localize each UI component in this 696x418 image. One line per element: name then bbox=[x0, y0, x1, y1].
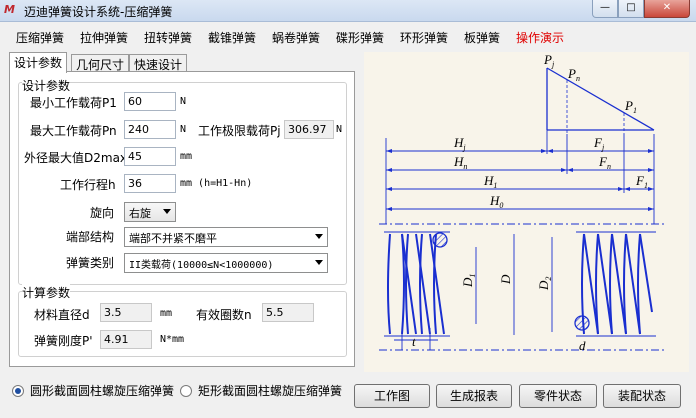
stiffness-value bbox=[100, 330, 152, 349]
chevron-down-icon bbox=[163, 209, 171, 214]
d-label: D bbox=[498, 274, 513, 285]
radio-unselected-icon bbox=[180, 385, 192, 397]
maximize-icon[interactable]: □ bbox=[618, 0, 644, 18]
limit-load-unit: N bbox=[336, 124, 343, 135]
max-load-input[interactable] bbox=[124, 120, 176, 139]
fj-label: Fj bbox=[593, 135, 605, 152]
rotation-value: 右旋 bbox=[129, 207, 151, 220]
working-drawing-button[interactable]: 工作图 bbox=[354, 384, 430, 408]
menu-ring-spring[interactable]: 环形弹簧 bbox=[400, 29, 448, 46]
spring-class-label: 弹簧类别 bbox=[66, 256, 115, 270]
h1-label: H1 bbox=[483, 173, 497, 190]
generate-report-button[interactable]: 生成报表 bbox=[436, 384, 512, 408]
menu-spiral-spring[interactable]: 蜗卷弹簧 bbox=[272, 29, 320, 46]
h0-label: H0 bbox=[489, 193, 503, 210]
f1-label: F1 bbox=[635, 173, 648, 190]
menu-leaf-spring[interactable]: 板弹簧 bbox=[464, 29, 500, 46]
stiffness-unit: N*mm bbox=[160, 334, 185, 345]
end-structure-select[interactable]: 端部不并紧不磨平 bbox=[124, 227, 328, 247]
part-state-button[interactable]: 零件状态 bbox=[519, 384, 597, 408]
menu-torsion-spring[interactable]: 扭转弹簧 bbox=[144, 29, 192, 46]
tab-design-params[interactable]: 设计参数 bbox=[9, 52, 68, 73]
pitch-label: t bbox=[412, 334, 416, 349]
design-panel: 设计参数 最小工作载荷P1 N 最大工作载荷Pn N 工作极限载荷Pj N 外径… bbox=[9, 71, 355, 367]
menu-disc-spring[interactable]: 碟形弹簧 bbox=[336, 29, 384, 46]
tab-geometry[interactable]: 几何尺寸 bbox=[71, 54, 130, 72]
rotation-label: 旋向 bbox=[90, 206, 115, 220]
menu-conical-spring[interactable]: 截锥弹簧 bbox=[208, 29, 256, 46]
rotation-select[interactable]: 右旋 bbox=[124, 202, 176, 222]
hj-label: Hj bbox=[453, 135, 466, 152]
window-title: 迈迪弹簧设计系统-压缩弹簧 bbox=[24, 5, 173, 19]
spring-diagram-svg: Pj Pn P1 Hj Hn H1 H0 Fj Fn F1 t D1 D D2 … bbox=[379, 52, 664, 353]
radio-selected-icon bbox=[12, 385, 24, 397]
spring-diagram: Pj Pn P1 Hj Hn H1 H0 Fj Fn F1 t D1 D D2 … bbox=[364, 52, 689, 372]
end-structure-label: 端部结构 bbox=[66, 230, 115, 244]
min-load-label: 最小工作载荷P1 bbox=[30, 96, 117, 110]
wire-section-bottom bbox=[574, 315, 590, 331]
wire-diameter-unit: mm bbox=[160, 308, 173, 319]
wire-section-top bbox=[432, 232, 448, 248]
hn-label: Hn bbox=[453, 154, 467, 171]
stroke-input[interactable] bbox=[124, 174, 176, 193]
menu-compression-spring[interactable]: 压缩弹簧 bbox=[16, 29, 64, 46]
chevron-down-icon bbox=[315, 260, 323, 265]
app-logo-icon: M bbox=[4, 3, 15, 16]
wire-diameter-label: 材料直径d bbox=[34, 308, 90, 322]
calc-params-title: 计算参数 bbox=[22, 284, 71, 301]
wire-diameter-value bbox=[100, 303, 152, 322]
active-coils-value bbox=[262, 303, 314, 322]
max-load-unit: N bbox=[180, 124, 187, 135]
pn-label: Pn bbox=[567, 66, 580, 83]
d1-label: D1 bbox=[460, 274, 477, 288]
stroke-label: 工作行程h bbox=[60, 178, 116, 192]
outer-diameter-label: 外径最大值D2max bbox=[24, 151, 128, 165]
outer-diameter-input[interactable] bbox=[124, 147, 176, 166]
menu-demo[interactable]: 操作演示 bbox=[516, 29, 564, 46]
stroke-unit: mm (h=H1-Hn) bbox=[180, 178, 253, 189]
max-load-label: 最大工作载荷Pn bbox=[30, 124, 117, 138]
tab-quick-design[interactable]: 快速设计 bbox=[129, 54, 188, 72]
radio-round-section[interactable]: 圆形截面圆柱螺旋压缩弹簧 bbox=[12, 382, 174, 399]
design-params-title: 设计参数 bbox=[22, 77, 71, 94]
pj-label: Pj bbox=[543, 52, 555, 69]
d2-label: D2 bbox=[536, 277, 553, 291]
dimension-arrows bbox=[386, 149, 654, 211]
chevron-down-icon bbox=[315, 234, 323, 239]
fn-label: Fn bbox=[598, 154, 611, 171]
radio-round-label: 圆形截面圆柱螺旋压缩弹簧 bbox=[30, 384, 175, 398]
radio-rect-section[interactable]: 矩形截面圆柱螺旋压缩弹簧 bbox=[180, 382, 342, 399]
assembly-state-button[interactable]: 装配状态 bbox=[603, 384, 681, 408]
stiffness-label: 弹簧刚度P' bbox=[34, 334, 93, 348]
spring-class-select[interactable]: II类载荷(10000≤N<1000000) bbox=[124, 253, 328, 273]
spring-class-value: II类载荷(10000≤N<1000000) bbox=[129, 260, 274, 271]
end-structure-value: 端部不并紧不磨平 bbox=[129, 232, 217, 245]
p1-label: P1 bbox=[624, 98, 637, 115]
outer-diameter-unit: mm bbox=[180, 151, 193, 162]
limit-load-value bbox=[284, 120, 334, 139]
radio-rect-label: 矩形截面圆柱螺旋压缩弹簧 bbox=[198, 384, 343, 398]
close-icon[interactable]: ✕ bbox=[644, 0, 690, 18]
min-load-input[interactable] bbox=[124, 92, 176, 111]
min-load-unit: N bbox=[180, 96, 187, 107]
limit-load-label: 工作极限载荷Pj bbox=[198, 124, 281, 138]
load-diagram bbox=[546, 67, 655, 134]
title-bar: M 迈迪弹簧设计系统-压缩弹簧 — □ ✕ bbox=[0, 0, 696, 22]
menu-extension-spring[interactable]: 拉伸弹簧 bbox=[80, 29, 128, 46]
wire-d-label: d bbox=[579, 338, 586, 353]
menu-bar: 压缩弹簧 拉伸弹簧 扭转弹簧 截锥弹簧 蜗卷弹簧 碟形弹簧 环形弹簧 板弹簧 操… bbox=[0, 25, 696, 47]
active-coils-label: 有效圈数n bbox=[196, 308, 252, 322]
minimize-icon[interactable]: — bbox=[592, 0, 618, 18]
